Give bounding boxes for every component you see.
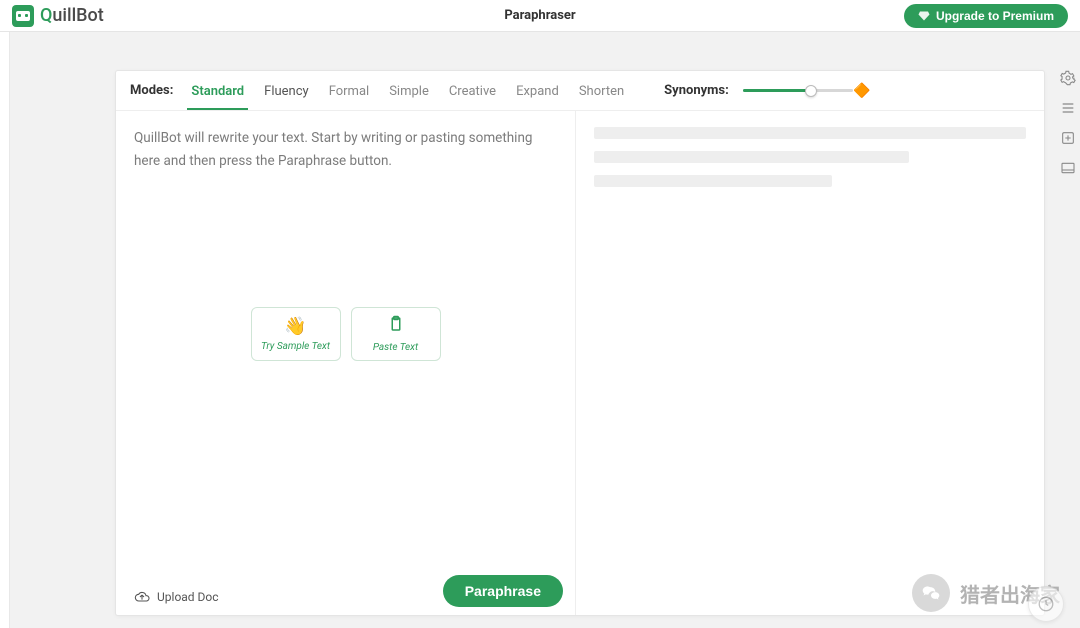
gear-icon[interactable] [1060, 70, 1076, 86]
slider-fill [743, 89, 811, 92]
diamond-icon: 🔶 [853, 83, 870, 99]
upgrade-label: Upgrade to Premium [936, 9, 1054, 23]
mode-tab-standard[interactable]: Standard [183, 73, 252, 109]
skeleton-line [594, 175, 832, 187]
input-placeholder: QuillBot will rewrite your text. Start b… [134, 127, 557, 173]
mode-tab-simple[interactable]: Simple [381, 73, 437, 109]
paraphraser-card: Modes: Standard Fluency Formal Simple Cr… [115, 70, 1045, 616]
upgrade-premium-button[interactable]: Upgrade to Premium [904, 4, 1068, 28]
input-quick-actions: 👋 Try Sample Text Paste Text [251, 307, 441, 361]
upload-doc-label: Upload Doc [157, 590, 219, 604]
paste-text-label: Paste Text [373, 342, 418, 353]
clipboard-icon [387, 315, 405, 338]
brand-logo[interactable]: QuillBot [12, 5, 104, 27]
try-sample-button[interactable]: 👋 Try Sample Text [251, 307, 341, 361]
export-icon[interactable] [1060, 130, 1076, 146]
right-tool-rail [1056, 70, 1080, 176]
quillbot-logo-icon [12, 5, 34, 27]
input-panel[interactable]: QuillBot will rewrite your text. Start b… [116, 111, 576, 615]
slider-thumb[interactable] [805, 85, 817, 97]
editor-panels: QuillBot will rewrite your text. Start b… [116, 111, 1044, 615]
skeleton-line [594, 127, 1026, 139]
modes-tabbar: Modes: Standard Fluency Formal Simple Cr… [116, 71, 1044, 111]
paraphrase-button[interactable]: Paraphrase [443, 575, 563, 607]
list-icon[interactable] [1060, 100, 1076, 116]
diamond-icon [918, 10, 930, 22]
main-area: Modes: Standard Fluency Formal Simple Cr… [0, 32, 1080, 628]
left-sidebar-strip [0, 32, 10, 628]
synonyms-slider[interactable]: 🔶 [743, 83, 853, 99]
mode-tab-creative[interactable]: Creative [441, 73, 504, 109]
skeleton-line [594, 151, 909, 163]
page-title: Paraphraser [504, 8, 575, 23]
brand-name: QuillBot [40, 5, 104, 26]
top-bar: QuillBot Paraphraser Upgrade to Premium [0, 0, 1080, 32]
paste-text-button[interactable]: Paste Text [351, 307, 441, 361]
panel-icon[interactable] [1060, 160, 1076, 176]
try-sample-label: Try Sample Text [261, 341, 330, 352]
mode-tab-shorten[interactable]: Shorten [571, 73, 632, 109]
mode-tab-fluency[interactable]: Fluency [256, 73, 317, 109]
modes-label: Modes: [130, 83, 173, 98]
cloud-upload-icon [134, 589, 150, 605]
synonyms-label: Synonyms: [664, 83, 729, 98]
mode-tab-expand[interactable]: Expand [508, 73, 567, 109]
upload-doc-button[interactable]: Upload Doc [134, 589, 219, 605]
output-panel [576, 111, 1044, 615]
wave-icon: 👋 [284, 316, 306, 337]
mode-tab-formal[interactable]: Formal [321, 73, 378, 109]
